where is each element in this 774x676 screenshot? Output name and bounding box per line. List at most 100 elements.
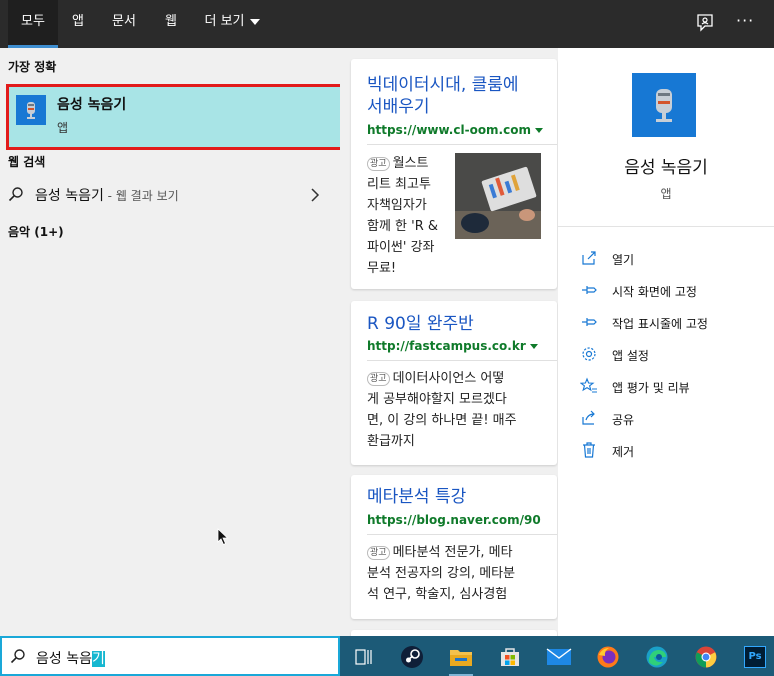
- ad-text-line: 파이썬' 강좌: [367, 240, 435, 255]
- firefox-icon[interactable]: [588, 640, 628, 674]
- action-share[interactable]: 공유: [580, 407, 770, 431]
- web-search-heading: 웹 검색: [8, 155, 46, 169]
- ad-text-line: 무료!: [367, 261, 397, 276]
- voice-recorder-icon: [16, 95, 46, 125]
- action-label: 앱 설정: [612, 349, 649, 363]
- search-icon: [8, 187, 23, 202]
- search-query-selection: 기: [91, 651, 105, 667]
- ad-text-line: 함께 한 'R &: [367, 219, 439, 234]
- tab-documents-label: 문서: [112, 14, 136, 29]
- mouse-cursor-icon: [217, 528, 229, 546]
- tab-web-label: 웹: [165, 14, 177, 29]
- pin-icon: [582, 286, 597, 294]
- ad-text-line: 데이터사이언스 어떻: [392, 371, 505, 386]
- action-pin-to-taskbar[interactable]: 작업 표시줄에 고정: [580, 311, 770, 335]
- tab-all-label: 모두: [21, 14, 45, 29]
- share-icon: [582, 410, 595, 425]
- best-match-title: 음성 녹음기: [57, 97, 127, 113]
- ad-image[interactable]: [455, 153, 541, 239]
- best-match-type: 앱: [57, 121, 69, 135]
- ad-title-line: 빅데이터시대, 클룸에: [367, 75, 519, 95]
- ad-url-text: http://fastcampus.co.kr: [367, 339, 526, 353]
- ad-title[interactable]: 메타분석 특강: [367, 486, 466, 508]
- search-query-typed: 음성 녹음: [36, 651, 92, 667]
- action-label: 공유: [612, 413, 635, 427]
- photoshop-label: Ps: [744, 646, 766, 668]
- microsoft-store-icon[interactable]: [490, 640, 530, 674]
- action-pin-to-start[interactable]: 시작 화면에 고정: [580, 279, 770, 303]
- ad-badge: 광고: [367, 371, 390, 386]
- ad-text-line: 메타분석 전문가, 메타: [392, 545, 513, 560]
- tab-more[interactable]: 더 보기: [196, 0, 268, 48]
- app-type: 앱: [660, 187, 672, 201]
- ad-card[interactable]: R 90일 완주반 http://fastcampus.co.kr 광고 데이터사…: [351, 301, 557, 465]
- ad-text-line: 게 공부해야할지 모르겠다: [367, 392, 507, 407]
- tab-web[interactable]: 웹: [156, 0, 186, 48]
- ad-badge: 광고: [367, 156, 390, 171]
- ad-text-line: 석 연구, 학술지, 심사경험: [367, 587, 508, 602]
- divider: [558, 226, 774, 227]
- action-app-settings[interactable]: 앱 설정: [580, 343, 770, 367]
- action-label: 제거: [612, 445, 635, 459]
- ad-description: 광고 월스트 리트 최고투 자책임자가 함께 한 'R & 파이썬' 강좌 무료!: [367, 153, 455, 279]
- mail-icon[interactable]: [539, 640, 579, 674]
- ad-text-line: 면, 이 강의 하나면 끝! 매주: [367, 413, 517, 428]
- ad-title[interactable]: R 90일 완주반: [367, 313, 474, 335]
- ad-url[interactable]: https://blog.naver.com/906: [367, 513, 541, 527]
- tab-more-label: 더 보기: [204, 14, 245, 29]
- chevron-down-icon: [529, 344, 538, 349]
- search-icon: [10, 649, 25, 664]
- tab-apps-label: 앱: [72, 14, 84, 29]
- ad-text-line: 환급까지: [367, 434, 415, 449]
- ad-url[interactable]: https://www.cl-oom.com: [367, 123, 553, 137]
- ad-badge: 광고: [367, 545, 390, 560]
- web-result-query: 음성 녹음기: [35, 188, 104, 204]
- action-uninstall[interactable]: 제거: [580, 439, 770, 463]
- tab-all[interactable]: 모두: [8, 0, 58, 48]
- ad-description: 광고 메타분석 전문가, 메타 분석 전공자의 강의, 메타분 석 연구, 학술지…: [367, 542, 557, 605]
- ad-card[interactable]: 메타분석 특강 https://blog.naver.com/906 광고 메타분…: [351, 475, 557, 619]
- task-view-icon[interactable]: [344, 640, 384, 674]
- app-name: 음성 녹음기: [624, 158, 708, 178]
- ad-text-line: 월스트: [392, 156, 429, 171]
- ad-url-text: https://blog.naver.com/906: [367, 513, 541, 527]
- gear-icon: [582, 347, 596, 361]
- action-label: 작업 표시줄에 고정: [612, 317, 708, 331]
- ad-title-line: 서배우기: [367, 97, 430, 117]
- ad-url-text: https://www.cl-oom.com: [367, 123, 531, 137]
- ad-text-line: 리트 최고투: [367, 177, 431, 192]
- divider: [367, 144, 557, 145]
- ad-text-line: 분석 전공자의 강의, 메타분: [367, 566, 516, 581]
- music-heading[interactable]: 음악 (1+): [8, 223, 64, 240]
- more-options-icon[interactable]: ···: [736, 10, 760, 34]
- chrome-icon[interactable]: [686, 640, 726, 674]
- ad-card[interactable]: 빅데이터시대, 클룸에 서배우기 https://www.cl-oom.com …: [351, 59, 557, 289]
- action-open[interactable]: 열기: [580, 247, 770, 271]
- action-label: 앱 평가 및 리뷰: [612, 381, 690, 395]
- tab-apps[interactable]: 앱: [62, 0, 94, 48]
- star-review-icon: [580, 377, 597, 393]
- divider: [367, 360, 557, 361]
- feedback-icon[interactable]: [694, 12, 716, 34]
- ad-description: 광고 데이터사이언스 어떻 게 공부해야할지 모르겠다 면, 이 강의 하나면 끝…: [367, 368, 557, 452]
- ads-column: 빅데이터시대, 클룸에 서배우기 https://www.cl-oom.com …: [340, 48, 558, 640]
- search-query-text: 음성 녹음기: [36, 648, 105, 668]
- chevron-down-icon: [534, 128, 543, 133]
- action-rate-review[interactable]: 앱 평가 및 리뷰: [580, 375, 770, 399]
- best-match-result[interactable]: 음성 녹음기 앱: [6, 84, 344, 150]
- taskbar: Ps: [340, 636, 774, 676]
- web-search-result[interactable]: 음성 녹음기 - 웹 결과 보기: [0, 180, 340, 210]
- app-details-panel: 음성 녹음기 앱 열기 시작 화면에 고정 작업 표시줄에 고정 앱 설정 앱 …: [558, 48, 774, 636]
- search-scope-bar: 모두 앱 문서 웹 더 보기 ···: [0, 0, 774, 48]
- search-input[interactable]: 음성 녹음기: [0, 636, 340, 676]
- tab-documents[interactable]: 문서: [104, 0, 144, 48]
- file-explorer-icon[interactable]: [441, 640, 481, 676]
- edge-icon[interactable]: [637, 640, 677, 674]
- steam-icon[interactable]: [392, 640, 432, 674]
- ad-title[interactable]: 빅데이터시대, 클룸에 서배우기: [367, 74, 519, 118]
- chevron-right-icon[interactable]: [310, 188, 320, 202]
- voice-recorder-icon: [632, 73, 696, 137]
- ad-url[interactable]: http://fastcampus.co.kr: [367, 339, 553, 353]
- best-match-heading: 가장 정확: [8, 60, 57, 74]
- photoshop-icon[interactable]: Ps: [735, 640, 774, 674]
